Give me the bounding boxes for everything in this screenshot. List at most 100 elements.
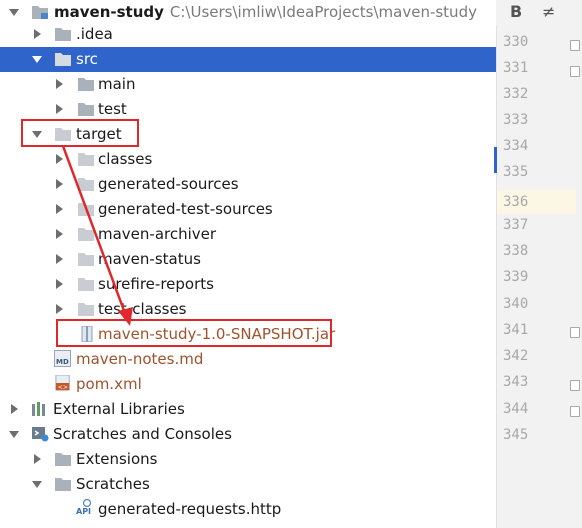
line-number: 340 bbox=[503, 296, 529, 312]
project-tree: maven-study C:\Users\imliw\IdeaProjects\m… bbox=[0, 0, 496, 528]
target-child-label: classes bbox=[98, 150, 153, 168]
scratches-label: Scratches bbox=[76, 475, 150, 493]
tree-row-generated-test-sources[interactable]: generated-test-sources bbox=[0, 197, 496, 222]
folder-icon bbox=[78, 203, 94, 216]
line-number: 343 bbox=[503, 374, 529, 390]
target-child-label: generated-sources bbox=[98, 175, 239, 193]
chevron-right-icon[interactable] bbox=[53, 278, 65, 290]
idea-label: .idea bbox=[76, 25, 113, 43]
line-number-current: 336 bbox=[497, 190, 576, 214]
line-number: 345 bbox=[503, 427, 529, 443]
folder-icon bbox=[78, 303, 94, 316]
editor-gutter bbox=[496, 0, 582, 528]
chevron-right-icon[interactable] bbox=[53, 103, 65, 115]
line-number: 341 bbox=[503, 322, 529, 338]
root-label: maven-study C:\Users\imliw\IdeaProjects\m… bbox=[54, 2, 477, 22]
root-name: maven-study bbox=[54, 3, 164, 21]
folder-icon bbox=[55, 28, 71, 41]
chevron-right-icon[interactable] bbox=[53, 178, 65, 190]
extensions-label: Extensions bbox=[76, 450, 158, 468]
fold-marker-icon[interactable] bbox=[570, 380, 580, 391]
external-libraries-label: External Libraries bbox=[53, 400, 185, 418]
chevron-right-icon[interactable] bbox=[53, 253, 65, 265]
line-number: 331 bbox=[503, 60, 529, 76]
tree-row-pom[interactable]: <> pom.xml bbox=[0, 372, 496, 397]
chevron-right-icon[interactable] bbox=[31, 28, 43, 40]
strikethrough-button[interactable]: ≠ bbox=[542, 2, 555, 21]
folder-icon bbox=[78, 278, 94, 291]
line-number: 333 bbox=[503, 112, 529, 128]
chevron-right-icon[interactable] bbox=[53, 78, 65, 90]
target-child-label: maven-archiver bbox=[98, 225, 217, 243]
maven-notes-label: maven-notes.md bbox=[76, 350, 204, 368]
tree-row-http-file[interactable]: API generated-requests.http bbox=[0, 497, 496, 522]
library-icon bbox=[32, 402, 45, 416]
maven-pom-icon: <> bbox=[55, 375, 70, 391]
chevron-right-icon[interactable] bbox=[31, 453, 43, 465]
line-number: 339 bbox=[503, 269, 529, 285]
chevron-down-icon[interactable] bbox=[8, 6, 20, 18]
main-label: main bbox=[98, 75, 136, 93]
folder-icon bbox=[78, 78, 94, 91]
folder-icon bbox=[78, 228, 94, 241]
tree-row-external-libraries[interactable]: External Libraries bbox=[0, 397, 496, 422]
tree-row-maven-archiver[interactable]: maven-archiver bbox=[0, 222, 496, 247]
http-api-file-icon: API bbox=[76, 499, 95, 517]
markdown-toolbar: B ≠ bbox=[496, 0, 582, 26]
target-child-label: generated-test-sources bbox=[98, 200, 273, 218]
fold-marker-icon[interactable] bbox=[570, 406, 580, 417]
chevron-right-icon[interactable] bbox=[53, 228, 65, 240]
tree-row-maven-notes[interactable]: MD maven-notes.md bbox=[0, 347, 496, 372]
folder-icon bbox=[78, 253, 94, 266]
root-path: C:\Users\imliw\IdeaProjects\maven-study bbox=[169, 3, 477, 21]
scratches-consoles-icon bbox=[32, 427, 49, 442]
fold-marker-icon[interactable] bbox=[570, 66, 580, 77]
chevron-down-icon[interactable] bbox=[31, 478, 43, 490]
folder-icon bbox=[78, 103, 94, 116]
folder-icon bbox=[55, 453, 71, 466]
api-badge: API bbox=[76, 507, 92, 516]
chevron-down-icon[interactable] bbox=[31, 53, 43, 65]
markdown-file-icon: MD bbox=[54, 350, 71, 367]
chevron-right-icon[interactable] bbox=[53, 203, 65, 215]
tree-row-scratches-consoles[interactable]: Scratches and Consoles bbox=[0, 422, 496, 447]
chevron-right-icon[interactable] bbox=[53, 303, 65, 315]
test-label: test bbox=[98, 100, 127, 118]
jar-highlight-box bbox=[56, 319, 332, 347]
scroll-marker bbox=[494, 147, 497, 173]
target-child-label: surefire-reports bbox=[98, 275, 214, 293]
tree-row-main[interactable]: main bbox=[0, 72, 496, 97]
src-label: src bbox=[76, 50, 98, 68]
tree-row-surefire-reports[interactable]: surefire-reports bbox=[0, 272, 496, 297]
folder-icon bbox=[55, 478, 71, 491]
folder-icon bbox=[78, 153, 94, 166]
line-number: 334 bbox=[503, 138, 529, 154]
target-highlight-box bbox=[21, 119, 139, 147]
line-number: 332 bbox=[503, 86, 529, 102]
bold-button[interactable]: B bbox=[510, 2, 522, 21]
globe-icon bbox=[82, 499, 92, 507]
md-badge: MD bbox=[56, 358, 69, 366]
tree-row-extensions[interactable]: Extensions bbox=[0, 447, 496, 472]
line-number: 338 bbox=[503, 243, 529, 259]
chevron-right-icon[interactable] bbox=[8, 403, 20, 415]
chevron-down-icon[interactable] bbox=[8, 428, 20, 440]
tree-row-classes[interactable]: classes bbox=[0, 147, 496, 172]
folder-icon bbox=[78, 178, 94, 191]
line-number: 330 bbox=[503, 34, 529, 50]
tree-row-generated-sources[interactable]: generated-sources bbox=[0, 172, 496, 197]
folder-icon bbox=[55, 53, 71, 66]
fold-marker-icon[interactable] bbox=[570, 327, 580, 338]
line-number: 344 bbox=[503, 401, 529, 417]
tree-row-src[interactable]: src bbox=[0, 47, 496, 72]
chevron-right-icon[interactable] bbox=[53, 153, 65, 165]
svg-text:<>: <> bbox=[58, 384, 68, 391]
http-file-label: generated-requests.http bbox=[98, 500, 282, 518]
fold-marker-icon[interactable] bbox=[570, 40, 580, 51]
tree-row-scratches[interactable]: Scratches bbox=[0, 472, 496, 497]
scratches-consoles-label: Scratches and Consoles bbox=[53, 425, 232, 443]
tree-row-idea[interactable]: .idea bbox=[0, 22, 496, 47]
gutter-divider bbox=[496, 0, 497, 528]
line-number: 335 bbox=[503, 164, 529, 180]
tree-row-maven-status[interactable]: maven-status bbox=[0, 247, 496, 272]
